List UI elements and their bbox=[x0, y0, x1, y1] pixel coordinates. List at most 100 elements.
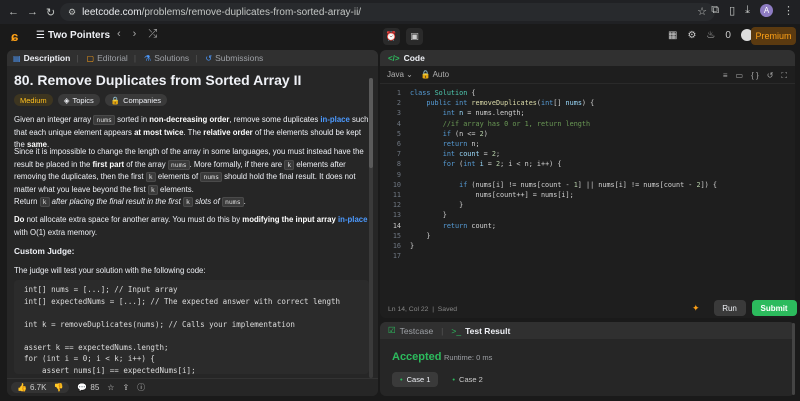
pass-dot-icon: • bbox=[400, 375, 403, 384]
description-tabs: ▤ Description | ▢ Editorial | ⚗ Solutions |… bbox=[7, 50, 378, 66]
user-tools: ▦ ⚙ ♨ 0 bbox=[668, 29, 753, 41]
problem-title[interactable]: 80. Remove Duplicates from Sorted Array … bbox=[14, 72, 301, 88]
problem-nav: ‹ › ⤮ bbox=[117, 28, 157, 41]
run-button[interactable]: Run bbox=[713, 300, 746, 316]
description-footer: 👍 6.7K 👎 💬 85 ☆ ⇪ ⓘ bbox=[7, 378, 378, 396]
share-icon[interactable]: ⇪ bbox=[122, 383, 129, 392]
topics-badge[interactable]: ◈ Topics bbox=[57, 94, 100, 106]
code-brackets-icon: </> bbox=[388, 53, 400, 63]
difficulty-badge: Medium bbox=[14, 94, 53, 106]
hint-bulb-icon[interactable]: ✦ bbox=[692, 303, 700, 314]
submit-button[interactable]: Submit bbox=[751, 300, 797, 316]
code-editor[interactable]: 1 2 3 4 5 6 7 8 9 10 11 12 13 14 15 16 17 class Solution… bbox=[380, 88, 795, 300]
tab-divider: | bbox=[133, 53, 137, 63]
line-number: 6 bbox=[396, 140, 401, 149]
tab-description[interactable]: ▤ Description bbox=[13, 53, 70, 63]
lock-icon: 🔒 bbox=[420, 70, 431, 79]
editorial-icon: ▢ bbox=[86, 53, 95, 63]
line-number: 2 bbox=[396, 99, 401, 108]
problem-badges: Medium ◈ Topics 🔒 Companies bbox=[14, 94, 168, 106]
runtime-label: Runtime: 0 ms bbox=[444, 353, 493, 362]
reset-icon[interactable]: ↺ bbox=[767, 71, 774, 81]
next-problem-icon[interactable]: › bbox=[133, 28, 137, 41]
streak-fire-icon[interactable]: ♨ bbox=[706, 30, 715, 41]
like-button[interactable]: 👍 6.7K 👎 bbox=[11, 382, 70, 393]
comments-button[interactable]: 💬 85 bbox=[77, 383, 99, 392]
settings-gear-icon[interactable]: ⚙ bbox=[687, 30, 696, 41]
fullscreen-icon[interactable]: ⛶ bbox=[781, 71, 787, 81]
language-select[interactable]: Java ⌄ bbox=[387, 70, 413, 79]
layout-grid-icon[interactable]: ▦ bbox=[668, 30, 677, 41]
description-scrollbar[interactable] bbox=[369, 78, 373, 378]
companies-badge[interactable]: 🔒 Companies bbox=[104, 94, 168, 106]
line-numbers: 1 2 3 4 5 6 7 8 9 10 11 12 13 14 15 16 17 bbox=[386, 88, 401, 261]
tab-testcase[interactable]: Testcase bbox=[400, 326, 434, 336]
code-panel-header: </> Code bbox=[380, 50, 795, 66]
premium-button[interactable]: Premium bbox=[751, 27, 796, 45]
editor-status: Ln 14, Col 22 | Saved bbox=[388, 306, 458, 313]
description-icon: ▤ bbox=[13, 53, 21, 63]
download-icon[interactable]: ⤓ bbox=[745, 4, 750, 17]
browser-menu-icon[interactable]: ⋮ bbox=[783, 4, 794, 17]
tab-divider: | bbox=[76, 53, 79, 63]
line-number: 8 bbox=[396, 160, 401, 169]
problem-statement-p2: Since it is impossible to change the len… bbox=[14, 147, 364, 195]
line-number: 1 bbox=[396, 89, 401, 97]
braces-icon[interactable]: { } bbox=[751, 71, 759, 81]
leetcode-logo-icon[interactable]: ɕ bbox=[11, 29, 25, 44]
split-view-icon[interactable]: ▯ bbox=[729, 4, 735, 17]
tab-test-result[interactable]: Test Result bbox=[465, 326, 510, 336]
custom-judge-text: The judge will test your solution with t… bbox=[14, 266, 206, 275]
line-number: 7 bbox=[396, 150, 401, 159]
prev-problem-icon[interactable]: ‹ bbox=[117, 28, 121, 41]
line-number: 12 bbox=[392, 201, 401, 210]
forward-icon[interactable]: → bbox=[27, 6, 38, 19]
bookmark-icon[interactable]: ▭ bbox=[736, 71, 744, 81]
scrollbar-thumb[interactable] bbox=[369, 78, 373, 168]
help-icon[interactable]: ⓘ bbox=[137, 382, 145, 393]
thumbs-down-icon[interactable]: 👎 bbox=[53, 383, 63, 392]
address-bar[interactable]: ⚙ leetcode.com/problems/remove-duplicate… bbox=[60, 3, 715, 21]
line-number: 10 bbox=[392, 180, 401, 189]
problem-list-icon[interactable]: ☰ bbox=[36, 30, 45, 41]
extensions-icon[interactable]: ⧉ bbox=[711, 4, 719, 17]
leetcode-navbar: ɕ ☰ Two Pointers ‹ › ⤮ ⏰ ▣ ▦ ⚙ ♨ 0 Premi… bbox=[0, 24, 800, 48]
favorite-star-icon[interactable]: ☆ bbox=[107, 383, 114, 392]
reload-icon[interactable]: ↻ bbox=[46, 6, 55, 19]
shuffle-icon[interactable]: ⤮ bbox=[148, 28, 157, 41]
problem-list-title[interactable]: Two Pointers bbox=[48, 30, 110, 41]
submissions-history-icon: ↺ bbox=[205, 53, 213, 63]
editor-tools: ≡ ▭ { } ↺ ⛶ bbox=[723, 71, 787, 81]
url-path: /problems/remove-duplicates-from-sorted-… bbox=[141, 6, 362, 18]
test-panel-scrollbar[interactable] bbox=[792, 323, 795, 395]
pass-dot-icon: • bbox=[452, 375, 456, 384]
browser-nav: ← → ↻ bbox=[0, 6, 64, 19]
site-info-icon[interactable]: ⚙ bbox=[68, 7, 76, 18]
line-number: 16 bbox=[392, 242, 401, 251]
line-number: 4 bbox=[396, 119, 401, 128]
test-panel: ☑ Testcase | >_ Test Result Accepted Run… bbox=[380, 322, 795, 396]
back-icon[interactable]: ← bbox=[8, 6, 19, 19]
case-tab-2[interactable]: • Case 2 bbox=[444, 372, 490, 387]
notes-icon[interactable]: ▣ bbox=[406, 28, 423, 45]
test-tabs: ☑ Testcase | >_ Test Result bbox=[380, 322, 795, 339]
case-tab-1[interactable]: • Case 1 bbox=[392, 372, 439, 387]
testcase-check-icon: ☑ bbox=[388, 325, 396, 335]
line-number: 9 bbox=[396, 170, 401, 179]
line-number: 17 bbox=[392, 252, 401, 261]
auto-mode-toggle[interactable]: 🔒 Auto bbox=[421, 70, 449, 79]
problem-statement-p4: Do not allocate extra space for another … bbox=[14, 215, 368, 237]
run-submit-bar: ✦ Run Submit bbox=[692, 300, 797, 316]
timer-icon[interactable]: ⏰ bbox=[383, 28, 400, 45]
code-lines[interactable]: class Solution { public int removeDuplic… bbox=[410, 88, 717, 251]
line-number: 11 bbox=[392, 191, 401, 200]
profile-avatar[interactable]: A bbox=[760, 4, 773, 17]
format-icon[interactable]: ≡ bbox=[723, 71, 728, 81]
tab-solutions[interactable]: ⚗ Solutions bbox=[144, 53, 189, 63]
browser-toolbar: ← → ↻ ⚙ leetcode.com/problems/remove-dup… bbox=[0, 0, 800, 24]
browser-actions: ⧉ ▯ ⤓ A ⋮ bbox=[711, 4, 794, 17]
streak-count: 0 bbox=[725, 29, 731, 41]
bookmark-star-icon[interactable]: ☆ bbox=[697, 5, 707, 18]
tab-submissions[interactable]: ↺ Submissions bbox=[205, 53, 263, 63]
tab-editorial[interactable]: ▢ Editorial bbox=[87, 53, 128, 63]
